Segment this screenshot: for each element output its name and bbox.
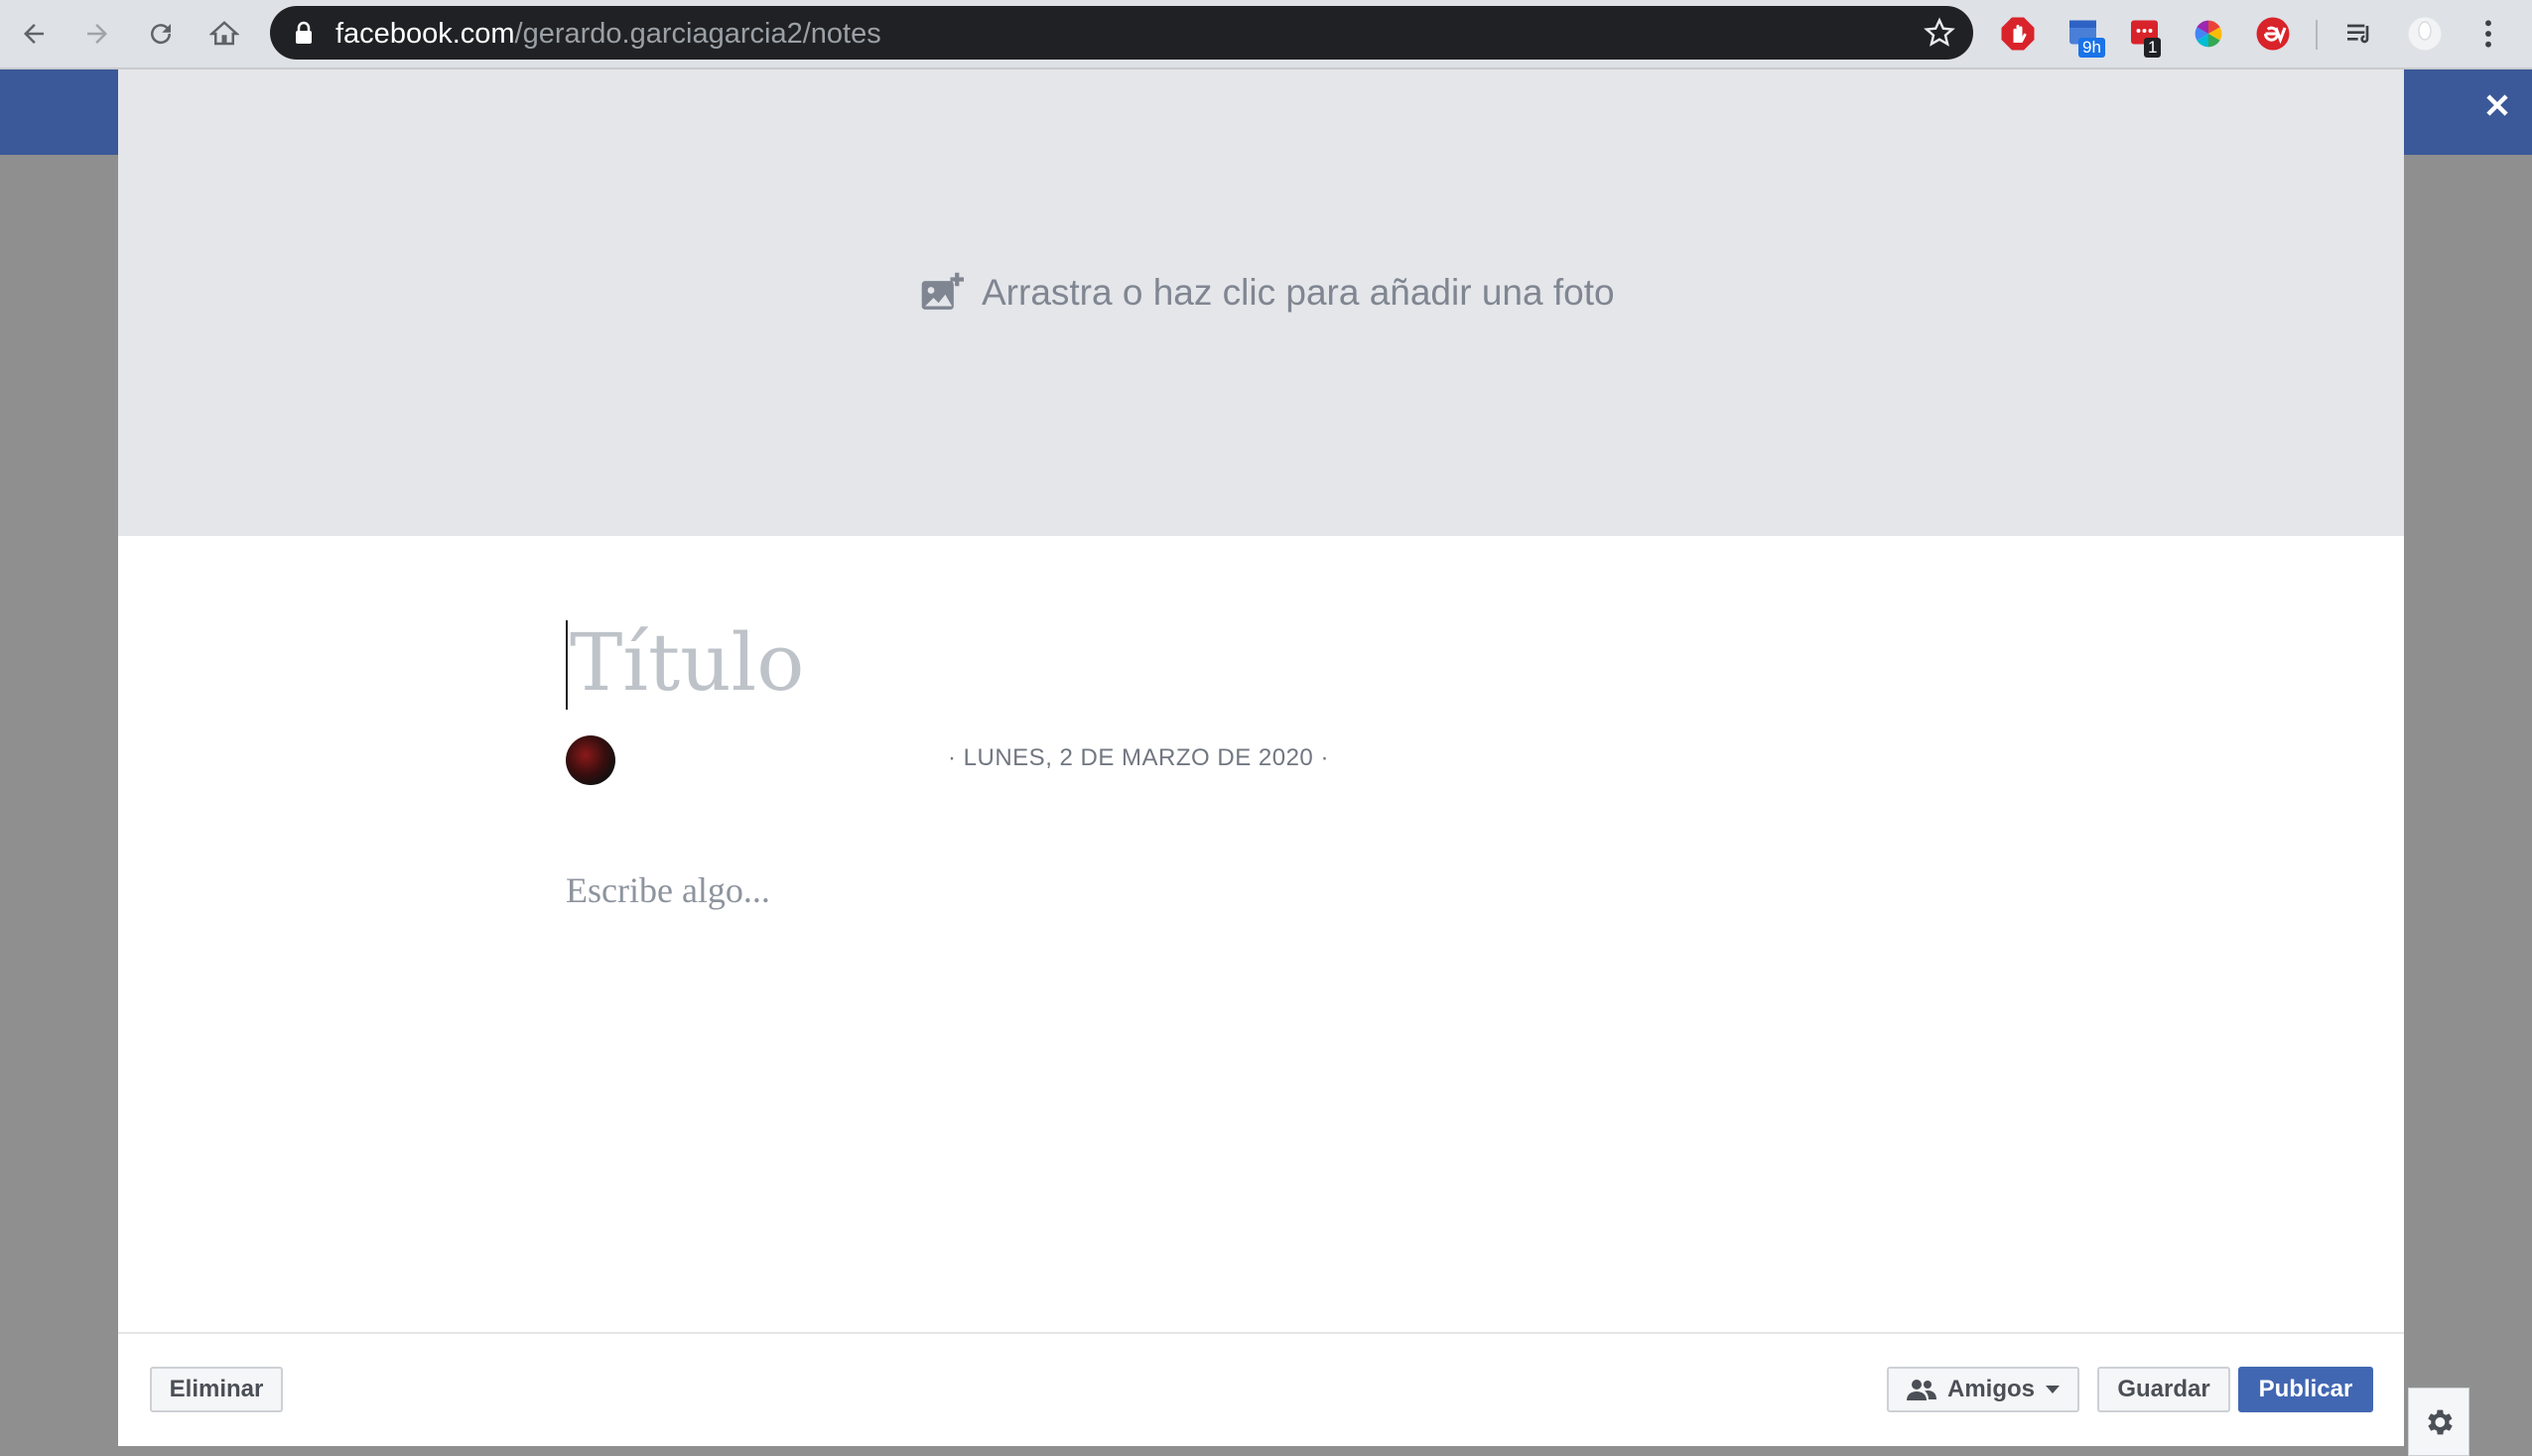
bookmark-star-icon[interactable] [1924,17,1955,49]
close-modal-button[interactable] [2477,85,2517,125]
back-arrow-icon [24,24,44,44]
note-date: · LUNES, 2 DE MARZO DE 2020 · [948,744,1329,771]
todo-extension[interactable]: 1 [2126,14,2166,58]
back-button[interactable] [10,10,58,58]
add-photo-icon [921,272,964,310]
url-host: facebook.com [335,18,515,50]
gear-icon [2428,1409,2453,1434]
reload-button[interactable] [137,10,185,58]
browser-toolbar: facebook.com/gerardo.garciagarcia2/notes… [0,0,2532,69]
chevron-down-icon [2046,1386,2060,1393]
save-button[interactable]: Guardar [2097,1367,2230,1412]
audience-label: Amigos [1946,1376,2035,1402]
home-button[interactable] [200,10,248,58]
note-title-placeholder: Título [570,616,805,709]
reading-list-button[interactable] [2339,14,2379,54]
close-icon [2486,94,2508,116]
delete-button[interactable]: Eliminar [150,1367,283,1412]
cover-prompt-text: Arrastra o haz clic para añadir una foto [982,272,1615,313]
color-wheel-icon [2195,20,2222,48]
cover-prompt[interactable]: Arrastra o haz clic para añadir una foto [920,272,1615,314]
publish-button[interactable]: Publicar [2238,1367,2373,1412]
forward-arrow-icon [87,24,107,44]
calendar-extension[interactable]: 9h [2065,14,2105,58]
profile-avatar-icon [2408,17,2442,51]
reload-icon [151,24,172,45]
address-bar[interactable]: facebook.com/gerardo.garciagarcia2/notes [270,6,1973,60]
forward-button[interactable] [73,10,121,58]
home-icon [209,21,239,46]
evernote-extension[interactable] [2253,14,2293,54]
friends-icon [1906,1380,1936,1400]
adblock-extension[interactable] [1998,14,2038,54]
cover-photo-dropzone[interactable]: Arrastra o haz clic para añadir una foto [118,69,2404,536]
menu-dots-icon [2485,20,2491,48]
toolbar-divider [2316,20,2318,50]
todo-badge: 1 [2144,38,2162,58]
note-editor-dialog: Arrastra o haz clic para añadir una foto… [118,69,2404,1446]
author-avatar[interactable] [566,735,615,785]
calendar-badge: 9h [2078,38,2105,58]
text-caret [566,620,568,710]
url-text: facebook.com/gerardo.garciagarcia2/notes [335,18,881,51]
evernote-clipper-icon [2256,17,2290,51]
adblock-icon [2001,17,2035,51]
note-body-field[interactable]: Escribe algo... [566,869,770,911]
profile-button[interactable] [2405,14,2445,54]
settings-button[interactable] [2408,1388,2469,1456]
lock-icon [296,21,312,44]
color-extension[interactable] [2189,14,2228,54]
reading-list-icon [2347,24,2369,44]
url-path: /gerardo.garciagarcia2/notes [514,18,881,50]
audience-selector[interactable]: Amigos [1887,1367,2079,1412]
editor-footer: Eliminar Amigos Guardar Publicar [118,1332,2404,1446]
browser-menu-button[interactable] [2468,14,2508,54]
